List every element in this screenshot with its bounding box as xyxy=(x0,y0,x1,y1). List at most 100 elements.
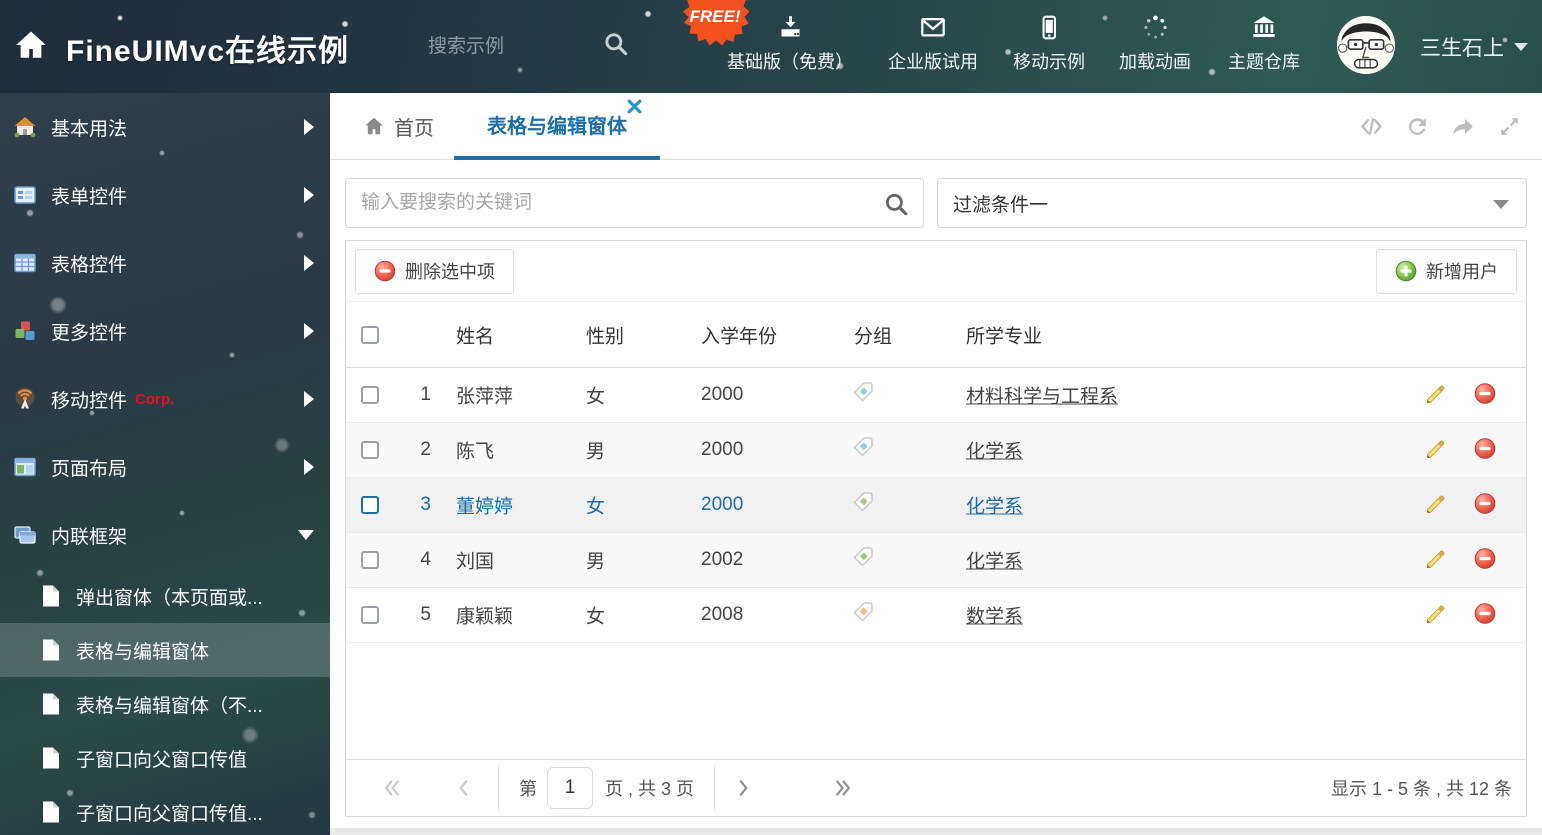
cell-gender: 女 xyxy=(586,606,606,628)
code-icon[interactable] xyxy=(1359,114,1384,139)
first-page-icon[interactable] xyxy=(383,777,401,799)
delete-row-button[interactable] xyxy=(1474,548,1496,573)
tab-grid-edit-window[interactable]: 表格与编辑窗体 xyxy=(454,93,660,160)
major-link[interactable]: 化学系 xyxy=(966,552,1023,573)
next-page-icon[interactable] xyxy=(737,777,750,799)
download-icon xyxy=(777,14,804,41)
column-header-group: 分组 xyxy=(854,326,893,347)
filter-row: 过滤条件一 xyxy=(330,160,1542,228)
user-menu[interactable]: 三生石上 xyxy=(1420,32,1528,62)
header-action-themes[interactable]: 主题仓库 xyxy=(1189,14,1339,74)
corp-badge: Corp. xyxy=(135,390,175,408)
last-page-icon[interactable] xyxy=(834,777,852,799)
minus-circle-icon xyxy=(374,260,396,282)
row-checkbox[interactable] xyxy=(361,386,379,404)
pagination-bar: 第 页 , 共 3 页 显示 1 - 5 条 , 共 12 条 xyxy=(346,759,1526,816)
tab-bar: 首页 表格与编辑窗体 xyxy=(330,93,1542,160)
sidebar-item-form-controls[interactable]: 表单控件 xyxy=(0,161,330,229)
home-icon[interactable] xyxy=(14,28,48,62)
row-checkbox[interactable] xyxy=(361,496,379,514)
header-action-label: 主题仓库 xyxy=(1228,52,1300,72)
sidebar-item-basic-usage[interactable]: 基本用法 xyxy=(0,93,330,161)
prev-page-icon[interactable] xyxy=(457,777,470,799)
delete-row-button[interactable] xyxy=(1474,438,1496,463)
avatar[interactable] xyxy=(1337,16,1395,74)
tag-icon[interactable] xyxy=(852,436,874,464)
cell-year: 2000 xyxy=(701,384,744,405)
edit-row-button[interactable] xyxy=(1424,493,1445,517)
keyword-search-box xyxy=(345,178,924,228)
page-icon xyxy=(40,800,62,824)
delete-row-button[interactable] xyxy=(1474,603,1496,628)
expand-icon[interactable] xyxy=(1497,114,1522,139)
edit-row-button[interactable] xyxy=(1424,438,1445,462)
edit-row-button[interactable] xyxy=(1424,383,1445,407)
main-content: 首页 表格与编辑窗体 过滤条 xyxy=(330,93,1542,835)
header-action-label: 移动示例 xyxy=(1013,52,1085,72)
close-icon[interactable] xyxy=(627,99,642,114)
share-icon[interactable] xyxy=(1451,114,1476,139)
table-header: 姓名 性别 入学年份 分组 所学专业 xyxy=(346,302,1526,368)
table-row[interactable]: 1 张萍萍 女 2000 材料科学与工程系 xyxy=(346,368,1526,423)
page-number-input[interactable] xyxy=(547,767,593,809)
filter-dropdown[interactable]: 过滤条件一 xyxy=(937,178,1527,228)
sidebar-item-mobile-controls[interactable]: 移动控件 Corp. xyxy=(0,365,330,433)
house-icon xyxy=(13,115,37,139)
page-icon xyxy=(40,638,62,662)
minus-circle-icon xyxy=(1474,493,1496,514)
table-row[interactable]: 2 陈飞 男 2000 化学系 xyxy=(346,423,1526,478)
tag-icon[interactable] xyxy=(852,546,874,574)
row-checkbox[interactable] xyxy=(361,551,379,569)
tab-tools xyxy=(1359,93,1522,160)
column-header-major: 所学专业 xyxy=(966,326,1043,347)
sidebar-subitem-child-to-parent[interactable]: 子窗口向父窗口传值 xyxy=(0,731,330,785)
cell-year: 2000 xyxy=(701,494,744,515)
sidebar-item-iframe[interactable]: 内联框架 xyxy=(0,501,330,569)
refresh-icon[interactable] xyxy=(1405,114,1430,139)
chevron-right-icon xyxy=(304,187,314,203)
delete-row-button[interactable] xyxy=(1474,383,1496,408)
sidebar-subitem-popup-window[interactable]: 弹出窗体（本页面或... xyxy=(0,569,330,623)
delete-row-button[interactable] xyxy=(1474,493,1496,518)
app-title: FineUIMvc在线示例 xyxy=(66,35,350,68)
table-row[interactable]: 3 董婷婷 女 2000 化学系 xyxy=(346,478,1526,533)
search-icon[interactable] xyxy=(883,191,909,222)
tag-icon[interactable] xyxy=(852,601,874,629)
table-row[interactable]: 4 刘国 男 2002 化学系 xyxy=(346,533,1526,588)
sidebar-subitem-child-to-parent-2[interactable]: 子窗口向父窗口传值... xyxy=(0,785,330,835)
edit-row-button[interactable] xyxy=(1424,548,1445,572)
major-link[interactable]: 化学系 xyxy=(966,442,1023,463)
cell-name: 董婷婷 xyxy=(456,496,514,518)
table-row[interactable]: 5 康颖颖 女 2008 数学系 xyxy=(346,588,1526,643)
header-search-input[interactable] xyxy=(428,30,593,64)
table-icon xyxy=(13,251,37,275)
sidebar-item-page-layout[interactable]: 页面布局 xyxy=(0,433,330,501)
column-header-year: 入学年份 xyxy=(701,326,778,347)
tag-icon[interactable] xyxy=(852,491,874,519)
major-link[interactable]: 化学系 xyxy=(966,497,1023,518)
minus-circle-icon xyxy=(1474,548,1496,569)
tab-home[interactable]: 首页 xyxy=(363,93,434,159)
header-action-label: 基础版（免费） xyxy=(727,52,853,72)
tag-icon[interactable] xyxy=(852,381,874,409)
chevron-right-icon xyxy=(304,119,314,135)
header-action-label: 企业版试用 xyxy=(888,52,978,72)
delete-selected-button[interactable]: 删除选中项 xyxy=(355,248,514,294)
page-icon xyxy=(40,746,62,770)
sidebar-subitem-grid-edit-window-2[interactable]: 表格与编辑窗体（不... xyxy=(0,677,330,731)
sidebar-subitem-grid-edit-window[interactable]: 表格与编辑窗体 xyxy=(0,623,330,677)
edit-row-button[interactable] xyxy=(1424,603,1445,627)
row-checkbox[interactable] xyxy=(361,441,379,459)
major-link[interactable]: 数学系 xyxy=(966,607,1023,628)
sidebar-item-grid-controls[interactable]: 表格控件 xyxy=(0,229,330,297)
search-icon[interactable] xyxy=(602,30,629,57)
header-action-basic[interactable]: 基础版（免费） xyxy=(715,14,865,74)
major-link[interactable]: 材料科学与工程系 xyxy=(966,387,1118,408)
add-user-button[interactable]: 新增用户 xyxy=(1376,248,1517,294)
cell-year: 2008 xyxy=(701,604,744,625)
row-checkbox[interactable] xyxy=(361,606,379,624)
select-all-checkbox[interactable] xyxy=(361,325,379,344)
sidebar-item-more-controls[interactable]: 更多控件 xyxy=(0,297,330,365)
keyword-search-input[interactable] xyxy=(346,179,923,227)
plus-circle-icon xyxy=(1395,260,1417,282)
